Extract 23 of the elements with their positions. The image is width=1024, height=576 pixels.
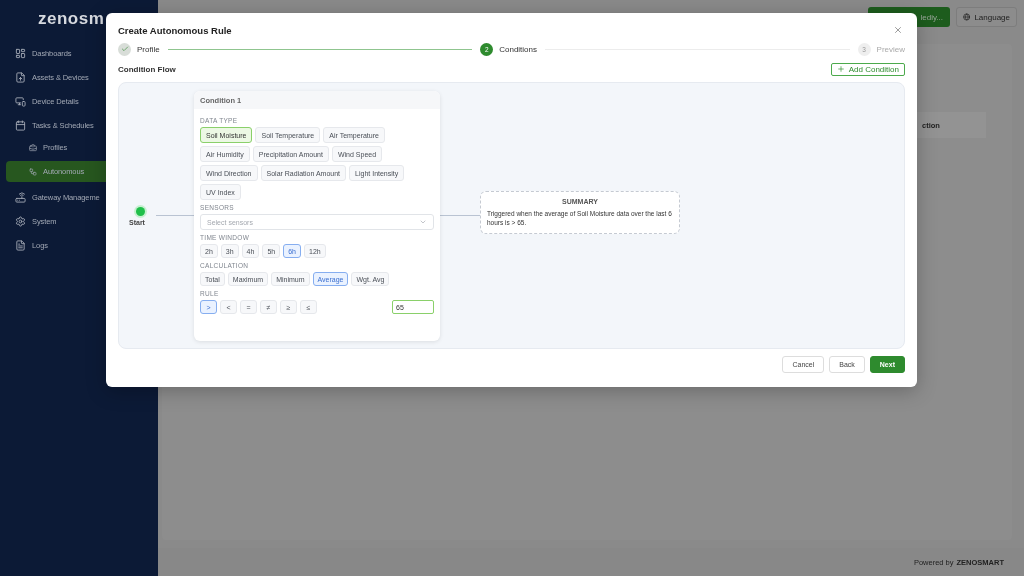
router-icon [15,191,26,203]
start-node [136,207,145,216]
add-condition-button[interactable]: Add Condition [830,62,905,76]
calendar-icon [15,119,26,131]
briefcase-icon [29,143,37,152]
connector-line [156,215,194,216]
dashboard-icon [15,47,26,59]
devices-icon [15,95,26,107]
close-icon[interactable] [893,25,903,35]
chevron-down-icon [419,218,427,226]
step-label: Conditions [499,44,538,54]
logo: zenosm [38,10,106,28]
step-label: Preview [876,44,905,54]
settings-icon [15,215,26,227]
file-upload-icon [15,71,26,83]
globe-icon [963,13,971,21]
language-button[interactable]: Language [956,7,1017,27]
modal-title: Create Autonomous Rule [118,24,232,36]
workflow-icon [29,167,37,176]
step-label: Profile [137,44,160,54]
plus-icon [836,65,845,73]
document-icon [15,239,26,251]
section-title: Condition Flow [118,64,176,74]
